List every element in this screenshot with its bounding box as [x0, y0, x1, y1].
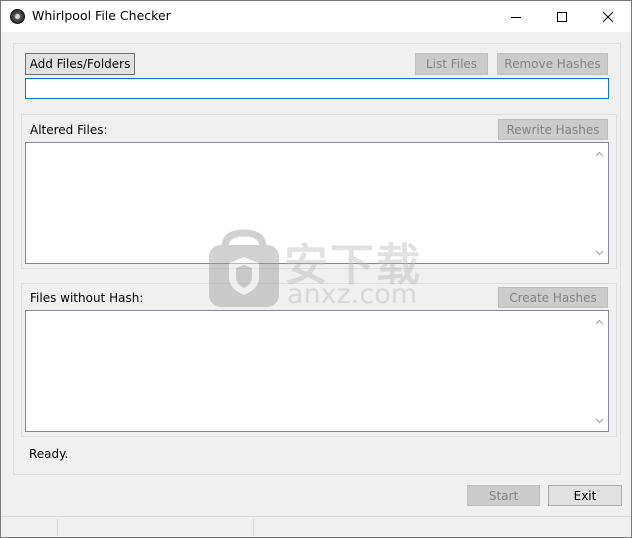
list-files-button[interactable]: List Files: [415, 53, 488, 75]
minimize-button[interactable]: [493, 1, 539, 32]
scroll-down-arrow-icon[interactable]: [591, 412, 608, 429]
scroll-up-arrow-icon[interactable]: [591, 313, 608, 330]
path-input[interactable]: [25, 78, 609, 99]
status-bar: [1, 516, 631, 537]
rewrite-hashes-button[interactable]: Rewrite Hashes: [498, 119, 608, 140]
start-button[interactable]: Start: [467, 485, 540, 506]
altered-files-label: Altered Files:: [30, 123, 108, 137]
main-window: Whirlpool File Checker Add Files/Folders…: [0, 0, 632, 538]
scroll-down-arrow-icon[interactable]: [591, 244, 608, 261]
window-title: Whirlpool File Checker: [32, 8, 171, 23]
files-without-hash-scrollbar[interactable]: [591, 311, 608, 431]
exit-button[interactable]: Exit: [548, 485, 622, 506]
altered-files-scrollbar[interactable]: [591, 143, 608, 263]
close-button[interactable]: [585, 1, 631, 32]
altered-files-list[interactable]: [25, 142, 609, 264]
remove-hashes-button[interactable]: Remove Hashes: [497, 53, 608, 75]
scroll-up-arrow-icon[interactable]: [591, 145, 608, 162]
title-bar[interactable]: Whirlpool File Checker: [1, 1, 631, 32]
status-text: Ready.: [29, 447, 69, 461]
close-icon: [602, 11, 614, 22]
whirlpool-app-icon[interactable]: [10, 9, 25, 24]
create-hashes-button[interactable]: Create Hashes: [498, 287, 608, 308]
status-bar-divider: [253, 519, 254, 536]
minimize-icon: [511, 16, 521, 18]
add-files-folders-button[interactable]: Add Files/Folders: [25, 53, 135, 75]
maximize-icon: [557, 11, 567, 22]
files-without-hash-label: Files without Hash:: [30, 291, 144, 305]
status-bar-divider: [57, 519, 58, 536]
maximize-button[interactable]: [539, 1, 585, 32]
files-without-hash-list[interactable]: [25, 310, 609, 432]
